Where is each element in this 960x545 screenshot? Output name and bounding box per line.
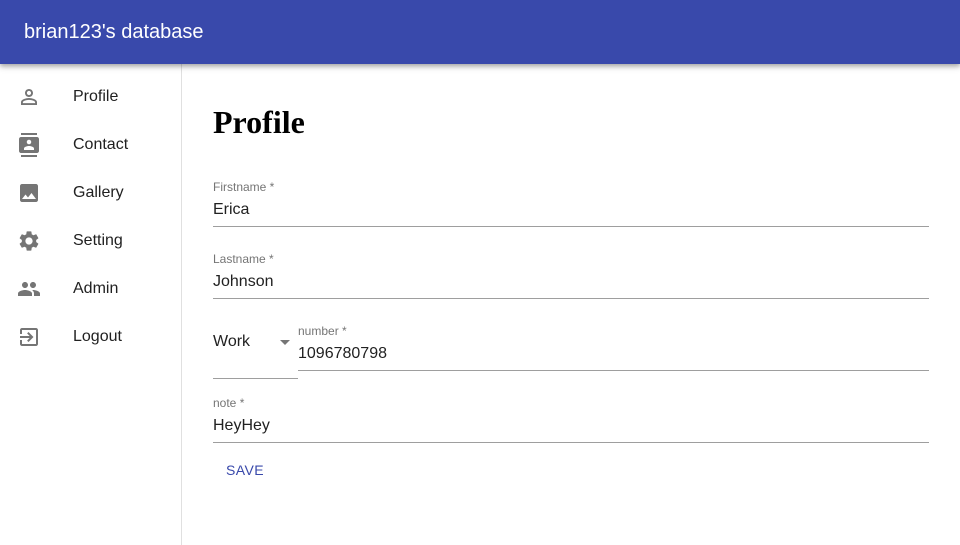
lastname-value[interactable]: Johnson [213,272,274,292]
note-field[interactable]: note * HeyHey [213,396,929,444]
phone-type-value[interactable]: Work [213,332,250,352]
page-title: Profile [213,104,305,140]
app-bar: brian123's database [0,0,960,64]
app-title: brian123's database [24,21,204,43]
firstname-value[interactable]: Erica [213,200,249,220]
number-field[interactable]: number * 1096780798 [298,324,929,372]
note-label: note * [213,396,245,410]
contacts-icon [17,133,41,157]
lastname-underline [213,298,929,299]
save-button[interactable]: SAVE [213,452,277,488]
lastname-label: Lastname * [213,252,274,266]
number-value[interactable]: 1096780798 [298,344,387,364]
exit-to-app-icon [17,325,41,349]
sidebar: Profile Contact Gallery Setting Admin Lo… [0,64,182,545]
sidebar-item-label: Logout [73,328,122,345]
sidebar-item-label: Admin [73,280,119,297]
lastname-field[interactable]: Lastname * Johnson [213,252,929,300]
sidebar-item-contact[interactable]: Contact [0,121,181,169]
sidebar-item-label: Gallery [73,184,124,201]
chevron-down-icon[interactable] [280,340,290,345]
phone-type-underline [213,378,298,379]
main-content: Profile Firstname * Erica Lastname * Joh… [182,64,960,545]
firstname-label: Firstname * [213,180,275,194]
sidebar-item-admin[interactable]: Admin [0,265,181,313]
sidebar-item-gallery[interactable]: Gallery [0,169,181,217]
firstname-field[interactable]: Firstname * Erica [213,180,929,228]
number-label: number * [298,324,347,338]
sidebar-item-logout[interactable]: Logout [0,313,181,361]
sidebar-item-profile[interactable]: Profile [0,73,181,121]
settings-icon [17,229,41,253]
image-icon [17,181,41,205]
sidebar-item-label: Contact [73,136,129,153]
sidebar-item-label: Profile [73,88,119,105]
number-underline [298,370,929,371]
group-icon [17,277,41,301]
sidebar-item-setting[interactable]: Setting [0,217,181,265]
note-value[interactable]: HeyHey [213,416,270,436]
firstname-underline [213,226,929,227]
note-underline [213,442,929,443]
sidebar-item-label: Setting [73,232,123,249]
person-outline-icon [17,85,41,109]
